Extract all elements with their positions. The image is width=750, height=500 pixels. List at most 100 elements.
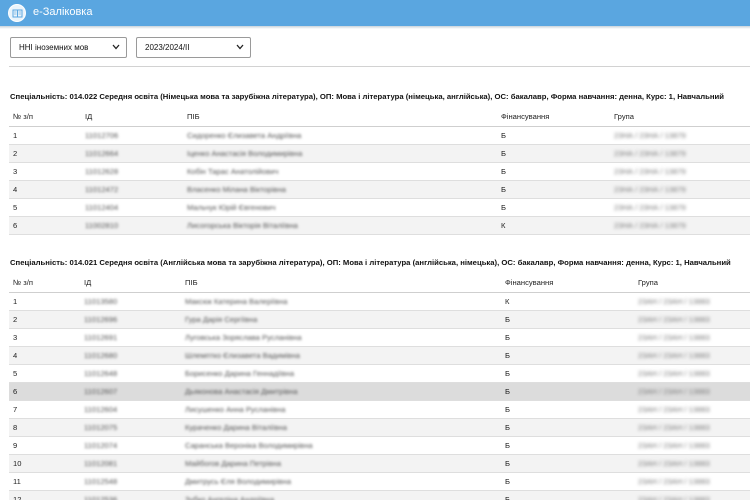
table-row[interactable]: 4 11012680 Шлемптко Єлизавета Вадимівна Б 23… [9, 346, 750, 365]
funding-type: Б [501, 130, 506, 140]
student-name: Лисогорська Вікторія Віталіївна [187, 220, 298, 230]
group-code: 23АН / 23АН / 13883 [638, 368, 710, 378]
student-name: Шлемптко Єлизавета Вадимівна [185, 350, 300, 360]
student-id: 11012696 [84, 314, 118, 324]
students-table: № з/п ІД ПІБ Фінансування Група 1 1101270… [9, 108, 750, 235]
table-cell: 23АН / 23АН / 13883 [634, 418, 750, 437]
table-cell: К [501, 292, 634, 311]
column-header-id[interactable]: ІД [81, 108, 183, 127]
table-cell: 3 [9, 328, 80, 347]
table-cell: 11012604 [80, 400, 181, 419]
row-number: 6 [13, 220, 18, 230]
table-cell: Б [497, 126, 610, 145]
table-cell: Борисенко Дарина Геннадіївна [181, 364, 501, 383]
student-name: Гура Дарія Сергіївна [185, 314, 258, 324]
table-row[interactable]: 6 11012607 Дьяконова Анастасія Дмитрівна Б 2… [9, 382, 750, 401]
app-header: e-Заліковка [0, 0, 750, 26]
funding-type: Б [505, 458, 510, 468]
table-row[interactable]: 1 11012706 Сидоренко Єлизавета Андріївна Б 2… [9, 126, 750, 145]
group-code: 23АН / 23АН / 13883 [638, 422, 710, 432]
table-cell: 11012548 [80, 472, 181, 491]
table-row[interactable]: 2 11012696 Гура Дарія Сергіївна Б 23АН / 23А… [9, 310, 750, 329]
table-cell: Б [501, 490, 634, 500]
table-cell: 3 [9, 162, 81, 181]
table-row[interactable]: 4 11012472 Власенко Мілана Вікторівна Б 23НА… [9, 180, 750, 199]
funding-type: Б [501, 184, 506, 194]
student-id: 11012604 [84, 404, 118, 414]
student-id: 11012472 [85, 184, 119, 194]
table-cell: 11012706 [81, 126, 183, 145]
student-name: Кобін Тарас Анатолійович [187, 166, 279, 176]
column-header-id[interactable]: ІД [80, 274, 181, 293]
student-name: Іценко Анастасія Володимирівна [187, 148, 303, 158]
table-cell: Б [501, 310, 634, 329]
table-cell: 23АН / 23АН / 13883 [634, 346, 750, 365]
table-cell: 11013580 [80, 292, 181, 311]
table-row[interactable]: 11 11012548 Дмитрусь Єля Володимирівна Б 23А… [9, 472, 750, 491]
student-id: 11012680 [84, 350, 118, 360]
institute-select[interactable]: ННІ іноземних мов [10, 37, 127, 58]
student-id: 11012628 [85, 166, 119, 176]
row-number: 2 [13, 148, 18, 158]
group-code: 23АН / 23АН / 13883 [638, 494, 710, 500]
semester-select-value: 2023/2024/ІІ [145, 43, 190, 52]
group-code: 23АН / 23АН / 13883 [638, 314, 710, 324]
column-header-number[interactable]: № з/п [9, 274, 80, 293]
table-cell: 6 [9, 216, 81, 235]
table-row[interactable]: 12 11012536 Зубко Ангеліна Андріївна Б 23АН … [9, 490, 750, 500]
student-id: 11002810 [85, 220, 119, 230]
table-row[interactable]: 1 11013580 Максюк Катерина Валеріївна К 23АН… [9, 292, 750, 311]
funding-type: Б [505, 314, 510, 324]
column-header-number[interactable]: № з/п [9, 108, 81, 127]
table-cell: Б [501, 382, 634, 401]
row-number: 8 [13, 422, 18, 432]
column-header-group[interactable]: Група [634, 274, 750, 293]
table-cell: 23АН / 23АН / 13883 [634, 328, 750, 347]
student-name: Дьяконова Анастасія Дмитрівна [185, 386, 298, 396]
table-cell: 5 [9, 364, 80, 383]
semester-select[interactable]: 2023/2024/ІІ [136, 37, 251, 58]
column-header-funding[interactable]: Фінансування [497, 108, 610, 127]
group-code: 23АН / 23АН / 13883 [638, 296, 710, 306]
student-id: 11012548 [84, 476, 118, 486]
table-cell: 23АН / 23АН / 13883 [634, 472, 750, 491]
app-title[interactable]: e-Заліковка [33, 6, 92, 18]
funding-type: Б [505, 404, 510, 414]
table-row[interactable]: 7 11012604 Лисушенко Анна Русланівна Б 23АН … [9, 400, 750, 419]
student-name: Борисенко Дарина Геннадіївна [185, 368, 295, 378]
table-row[interactable]: 10 11012081 Майбогов Дарина Петрівна Б 23АН … [9, 454, 750, 473]
group-code: 23АН / 23АН / 13883 [638, 386, 710, 396]
column-header-group[interactable]: Група [610, 108, 750, 127]
group-code: 23НА / 23НА / 13879 [614, 184, 686, 194]
table-cell: Зубко Ангеліна Андріївна [181, 490, 501, 500]
funding-type: Б [501, 202, 506, 212]
table-cell: 6 [9, 382, 80, 401]
table-cell: 1 [9, 126, 81, 145]
funding-type: К [501, 220, 506, 230]
table-row[interactable]: 8 11012075 Кураченко Дарина Віталіївна Б 23А… [9, 418, 750, 437]
student-name: Мальчук Юрій Євгенович [187, 202, 276, 212]
table-cell: 9 [9, 436, 80, 455]
group-code: 23НА / 23НА / 13879 [614, 130, 686, 140]
row-number: 6 [13, 386, 18, 396]
table-row[interactable]: 3 11012691 Луговська Зоряслава Русланівна Б… [9, 328, 750, 347]
column-header-name[interactable]: ПІБ [183, 108, 497, 127]
column-header-funding[interactable]: Фінансування [501, 274, 634, 293]
column-header-name[interactable]: ПІБ [181, 274, 501, 293]
table-cell: 23АН / 23АН / 13883 [634, 364, 750, 383]
student-name: Лисушенко Анна Русланівна [185, 404, 286, 414]
app-logo-icon[interactable] [8, 4, 26, 22]
funding-type: Б [505, 368, 510, 378]
table-row[interactable]: 5 11012648 Борисенко Дарина Геннадіївна Б 23… [9, 364, 750, 383]
table-cell: 23НА / 23НА / 13879 [610, 126, 750, 145]
table-cell: 23НА / 23НА / 13879 [610, 180, 750, 199]
table-row[interactable]: 5 11012404 Мальчук Юрій Євгенович Б 23НА / 2… [9, 198, 750, 217]
row-number: 11 [13, 476, 21, 486]
table-cell: 11012075 [80, 418, 181, 437]
table-row[interactable]: 2 11012664 Іценко Анастасія Володимирівна Б… [9, 144, 750, 163]
table-cell: Максюк Катерина Валеріївна [181, 292, 501, 311]
table-row[interactable]: 3 11012628 Кобін Тарас Анатолійович Б 23НА /… [9, 162, 750, 181]
table-row[interactable]: 9 11012074 Саранська Вероніка Володимирівн… [9, 436, 750, 455]
table-row[interactable]: 6 11002810 Лисогорська Вікторія Віталіївна… [9, 216, 750, 235]
row-number: 1 [13, 296, 18, 306]
